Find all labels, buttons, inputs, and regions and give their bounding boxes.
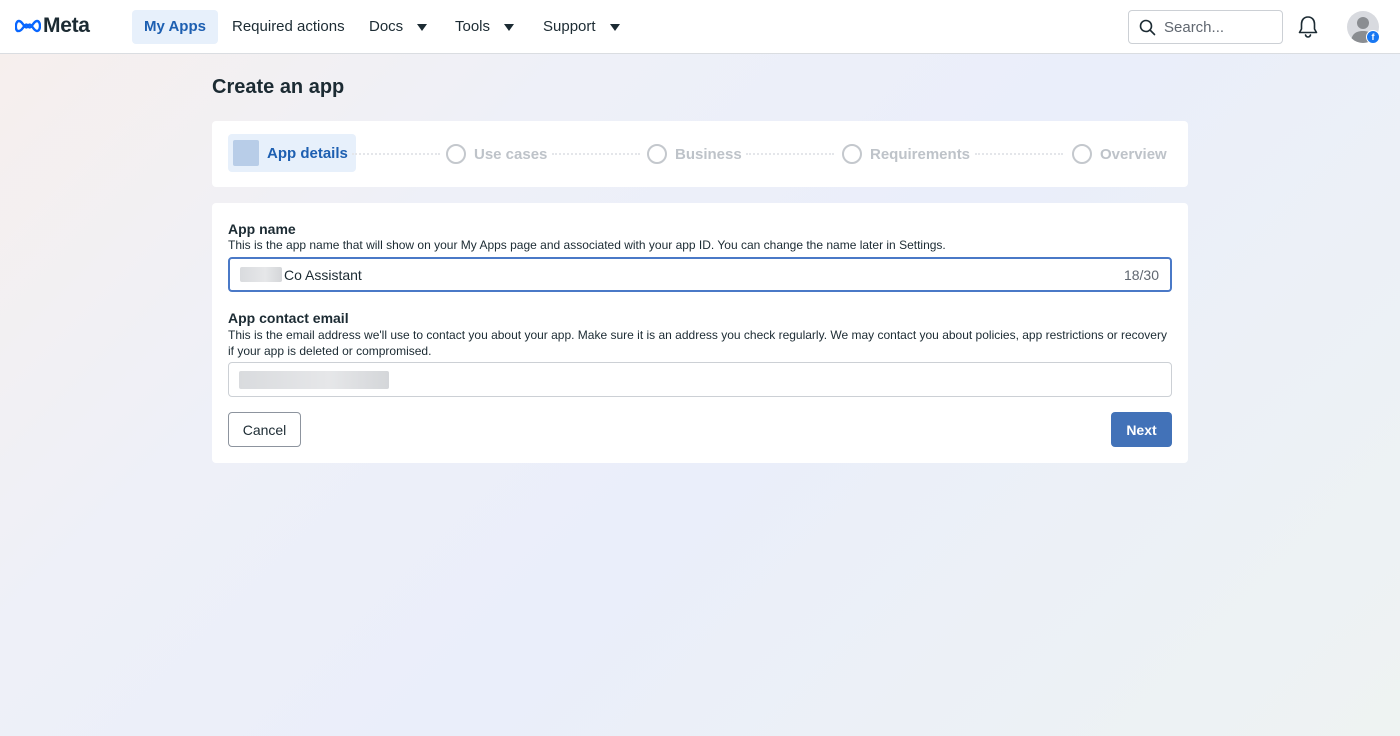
facebook-badge-icon: f	[1366, 30, 1380, 44]
nav-required-actions-label: Required actions	[232, 18, 345, 35]
progress-stepper: App details Use cases Business Requireme…	[212, 121, 1188, 187]
cancel-button[interactable]: Cancel	[228, 412, 301, 447]
redacted-email	[239, 370, 389, 389]
step-connector	[552, 153, 640, 155]
app-email-input[interactable]	[228, 362, 1172, 397]
step-circle-icon	[1072, 144, 1092, 164]
nav-my-apps[interactable]: My Apps	[132, 10, 218, 44]
step-label: Use cases	[474, 145, 548, 163]
nav-support[interactable]: Support	[531, 10, 632, 44]
nav-my-apps-label: My Apps	[144, 18, 206, 35]
app-email-label: App contact email	[228, 310, 349, 326]
step-label: Business	[675, 145, 742, 163]
step-connector	[352, 153, 440, 155]
character-counter: 18/30	[1123, 266, 1159, 283]
nav-support-label: Support	[543, 18, 596, 35]
redacted-text	[240, 267, 282, 282]
step-circle-icon	[842, 144, 862, 164]
facebook-badge-letter: f	[1371, 32, 1375, 42]
step-connector	[746, 153, 834, 155]
top-navigation-bar: Meta My Apps Required actions Docs Tools…	[0, 0, 1400, 54]
step-app-details[interactable]: App details	[228, 134, 356, 172]
step-overview: Overview	[1072, 141, 1167, 167]
step-active-marker	[233, 140, 259, 166]
brand-name: Meta	[43, 14, 90, 37]
caret-down-icon	[417, 23, 428, 31]
app-details-form: App name This is the app name that will …	[212, 203, 1188, 463]
nav-docs-label: Docs	[369, 18, 404, 35]
nav-docs[interactable]: Docs	[357, 10, 439, 44]
search-icon	[1139, 19, 1156, 35]
search-input[interactable]	[1164, 18, 1274, 36]
caret-down-icon	[609, 23, 620, 31]
page-title: Create an app	[212, 76, 345, 98]
step-label: Overview	[1100, 145, 1167, 163]
nav-tools-label: Tools	[455, 18, 491, 35]
app-email-help: This is the email address we'll use to c…	[228, 328, 1167, 358]
notifications-bell-icon[interactable]	[1297, 15, 1319, 44]
step-label: App details	[267, 144, 348, 162]
step-use-cases: Use cases	[446, 141, 547, 167]
app-name-label: App name	[228, 221, 296, 237]
meta-infinity-icon	[15, 19, 41, 33]
search-box[interactable]	[1128, 10, 1283, 44]
meta-logo[interactable]: Meta	[15, 14, 90, 38]
app-name-help: This is the app name that will show on y…	[228, 238, 946, 252]
step-circle-icon	[446, 144, 466, 164]
nav-required-actions[interactable]: Required actions	[220, 10, 357, 44]
app-name-value: Co Assistant	[284, 266, 362, 283]
step-circle-icon	[647, 144, 667, 164]
step-connector	[975, 153, 1063, 155]
caret-down-icon	[504, 23, 515, 31]
next-button[interactable]: Next	[1111, 412, 1172, 447]
step-label: Requirements	[870, 145, 971, 163]
step-requirements: Requirements	[842, 141, 970, 167]
step-business: Business	[647, 141, 742, 167]
app-name-input[interactable]: Co Assistant 18/30	[228, 257, 1172, 292]
nav-tools[interactable]: Tools	[443, 10, 526, 44]
